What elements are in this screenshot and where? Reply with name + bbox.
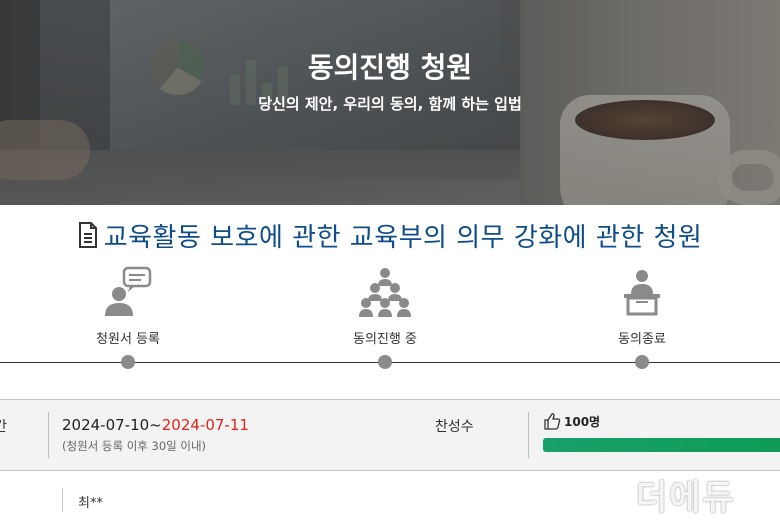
timeline-dot — [635, 355, 649, 369]
hero-title: 동의진행 청원 — [307, 51, 473, 84]
hero-banner: 동의진행 청원 당신의 제안, 우리의 동의, 함께 하는 입법 — [0, 0, 780, 205]
agree-count-value: 100명 — [564, 414, 601, 429]
thumbs-up-icon — [544, 413, 561, 430]
step-label: 동의종료 — [618, 332, 666, 347]
divider — [48, 412, 49, 458]
document-icon — [78, 222, 97, 248]
group-people-icon — [359, 268, 411, 317]
timeline-dot — [378, 355, 392, 369]
period-end: 2024-07-11 — [161, 416, 249, 434]
divider — [528, 412, 529, 458]
petition-info-bar: 간 2024-07-10~2024-07-11 (청원서 등록 이후 30일 이… — [0, 399, 780, 471]
agree-label: 찬성수 — [435, 419, 474, 435]
period-note: (청원서 등록 이후 30일 이내) — [62, 439, 207, 453]
timeline-dot — [121, 355, 135, 369]
step-label: 동의진행 중 — [353, 332, 417, 347]
step-label: 청원서 등록 — [96, 332, 160, 347]
step-in-progress: 동의진행 중 — [305, 266, 465, 347]
person-at-podium-icon — [624, 270, 660, 316]
petition-title-row: 교육활동 보호에 관한 교육부의 의무 강화에 관한 청원 — [0, 205, 780, 265]
divider — [62, 488, 63, 512]
petitioner-name: 최** — [78, 496, 103, 511]
watermark-logo: 더에듀 — [636, 478, 736, 518]
period-start: 2024-07-10~ — [62, 416, 162, 434]
petition-title: 교육활동 보호에 관한 교육부의 의무 강화에 관한 청원 — [103, 222, 703, 253]
agree-count: 100명 — [543, 412, 600, 430]
speech-bubble-person-icon — [105, 266, 152, 316]
step-completed: 동의종료 — [562, 266, 722, 347]
hero-subtitle: 당신의 제안, 우리의 동의, 함께 하는 입법 — [258, 95, 522, 113]
petition-period: 2024-07-10~2024-07-11 — [62, 416, 249, 434]
step-registration: 청원서 등록 — [48, 266, 208, 347]
period-label: 간 — [0, 419, 7, 435]
agree-progress-fill — [543, 438, 780, 452]
agree-progress-bar — [543, 438, 780, 452]
